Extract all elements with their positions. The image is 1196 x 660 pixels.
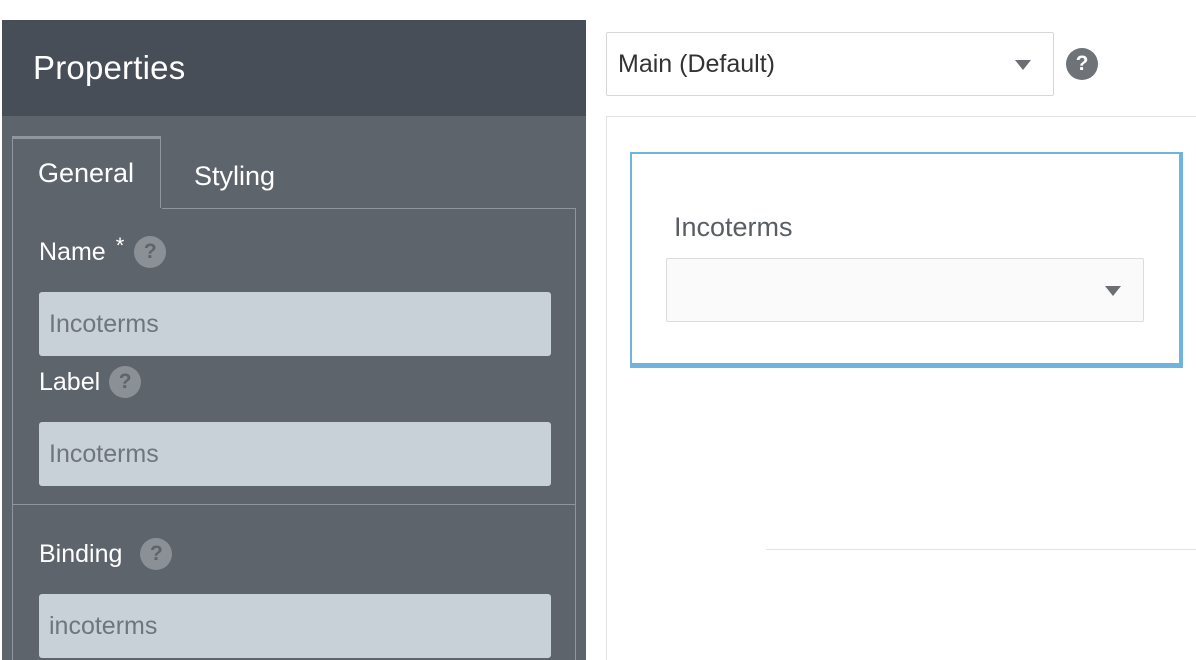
canvas-divider	[766, 549, 1196, 550]
tab-general[interactable]: General	[12, 136, 161, 208]
name-field-label: Name * ?	[39, 233, 167, 268]
chevron-down-icon	[1105, 286, 1121, 296]
name-input[interactable]: Incoterms	[39, 292, 551, 356]
label-input[interactable]: Incoterms	[39, 422, 551, 486]
help-icon[interactable]: ?	[140, 538, 173, 570]
preview-field-label: Incoterms	[674, 212, 793, 242]
section-divider	[13, 504, 575, 505]
properties-header: Properties	[2, 20, 586, 116]
tab-styling-label: Styling	[194, 160, 276, 191]
label-label-text: Label	[39, 367, 101, 396]
binding-input[interactable]: incoterms	[39, 594, 551, 658]
preview-dropdown[interactable]	[666, 258, 1144, 322]
help-icon[interactable]: ?	[134, 236, 167, 268]
chevron-down-icon	[1015, 60, 1031, 70]
binding-label-text: Binding	[39, 539, 123, 568]
label-field-label: Label ?	[39, 366, 142, 398]
tab-styling[interactable]: Styling	[194, 156, 275, 196]
properties-panel: Properties General Styling Name * ? Inco…	[2, 20, 586, 660]
tab-general-label: General	[38, 158, 135, 188]
general-tab-content: Name * ? Incoterms Label ? Incoterms Bin…	[12, 208, 576, 660]
view-select-value: Main (Default)	[618, 49, 775, 78]
view-select[interactable]: Main (Default)	[606, 32, 1054, 96]
properties-title: Properties	[33, 49, 186, 86]
binding-field-label: Binding ?	[39, 538, 173, 570]
required-marker: *	[115, 233, 125, 258]
name-label-text: Name	[39, 237, 106, 266]
app-root: Properties General Styling Name * ? Inco…	[0, 0, 1196, 660]
help-icon[interactable]: ?	[1066, 48, 1098, 80]
help-icon[interactable]: ?	[109, 366, 142, 398]
